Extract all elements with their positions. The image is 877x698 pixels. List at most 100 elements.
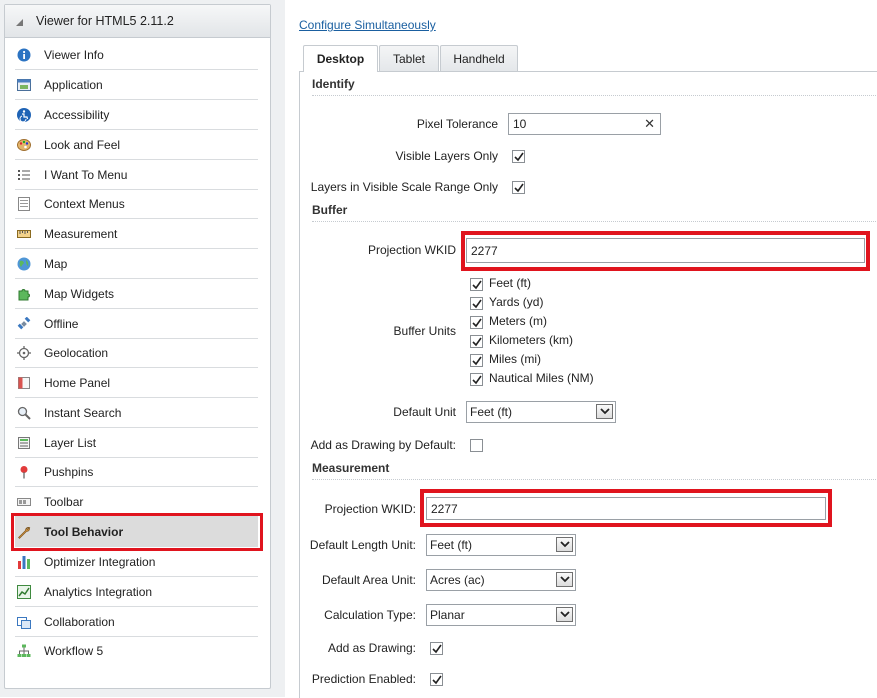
checkmark-icon <box>471 280 482 289</box>
configure-simultaneously-link[interactable]: Configure Simultaneously <box>299 18 436 32</box>
nav-item-i-want-to-menu[interactable]: I Want To Menu <box>15 160 258 190</box>
highlight-box-tool-behavior <box>11 513 263 551</box>
tab-handheld[interactable]: Handheld <box>440 45 518 71</box>
collapse-triangle-icon[interactable] <box>16 18 23 26</box>
unit-nautical-miles-checkbox[interactable] <box>470 373 483 386</box>
pixel-tolerance-value: 10 <box>513 117 527 131</box>
nav-label: Collaboration <box>44 614 115 629</box>
nav-label: Toolbar <box>44 494 84 509</box>
nav-item-workflow-5[interactable]: Workflow 5 <box>15 636 258 665</box>
chevron-down-icon[interactable] <box>596 404 613 419</box>
checkmark-icon <box>471 318 482 327</box>
nav-item-map-widgets[interactable]: Map Widgets <box>15 279 258 309</box>
nav-item-pushpins[interactable]: Pushpins <box>15 457 258 487</box>
nav-label: Home Panel <box>44 375 111 390</box>
panel-header[interactable]: Viewer for HTML5 2.11.2 <box>5 5 270 38</box>
default-unit-select[interactable]: Feet (ft) <box>466 401 616 423</box>
tab-label: Tablet <box>392 51 426 66</box>
nav-item-application[interactable]: Application <box>15 70 258 100</box>
crosshair-icon <box>17 345 31 360</box>
nav-item-layer-list[interactable]: Layer List <box>15 428 258 458</box>
unit-meters-label: Meters (m) <box>489 314 547 328</box>
pixel-tolerance-input[interactable]: 10 ✕ <box>508 113 661 135</box>
tab-label: Handheld <box>453 51 505 66</box>
nav-item-home-panel[interactable]: Home Panel <box>15 368 258 398</box>
nav-item-optimizer-integration[interactable]: Optimizer Integration <box>15 547 258 577</box>
highlight-box-buffer-wkid <box>461 231 870 271</box>
nav-item-collaboration[interactable]: Collaboration <box>15 607 258 637</box>
area-unit-select[interactable]: Acres (ac) <box>426 569 576 591</box>
workflow-icon <box>17 644 31 658</box>
tab-desktop[interactable]: Desktop <box>303 45 378 72</box>
nav-item-offline[interactable]: Offline <box>15 309 258 339</box>
length-unit-select[interactable]: Feet (ft) <box>426 534 576 556</box>
nav-item-viewer-info[interactable]: Viewer Info <box>15 40 258 70</box>
calculation-type-select[interactable]: Planar <box>426 604 576 626</box>
nav-label: Analytics Integration <box>44 584 153 599</box>
unit-yards-checkbox[interactable] <box>470 297 483 310</box>
search-icon <box>17 406 31 420</box>
bar-chart-icon <box>17 555 31 569</box>
unit-miles-label: Miles (mi) <box>489 352 541 366</box>
chevron-down-icon[interactable] <box>556 537 573 552</box>
buffer-drawing-checkbox[interactable] <box>470 439 483 452</box>
section-title-measurement: Measurement <box>312 461 390 475</box>
tab-tablet[interactable]: Tablet <box>379 45 439 71</box>
collaboration-icon <box>17 615 31 629</box>
section-title-buffer: Buffer <box>312 203 348 217</box>
layers-icon <box>17 436 31 450</box>
calculation-type-label: Calculation Type: <box>324 608 416 622</box>
satellite-icon <box>17 316 31 331</box>
nav-label: Map <box>44 256 68 271</box>
prediction-checkbox[interactable] <box>430 673 443 686</box>
unit-nautical-miles-label: Nautical Miles (NM) <box>489 371 594 385</box>
panel-title: Viewer for HTML5 2.11.2 <box>36 14 174 28</box>
area-unit-label: Default Area Unit: <box>321 573 416 587</box>
nav-label: Offline <box>44 316 79 331</box>
nav-item-accessibility[interactable]: Accessibility <box>15 100 258 130</box>
info-icon <box>17 48 31 62</box>
area-unit-value: Acres (ac) <box>430 573 485 587</box>
unit-kilometers-label: Kilometers (km) <box>489 333 574 347</box>
unit-meters-checkbox[interactable] <box>470 316 483 329</box>
nav-label: Measurement <box>44 226 118 241</box>
clear-icon[interactable]: ✕ <box>644 116 655 132</box>
unit-feet-checkbox[interactable] <box>470 278 483 291</box>
highlight-box-measurement-wkid <box>420 489 832 527</box>
nav-label: I Want To Menu <box>44 167 128 182</box>
visible-layers-checkbox[interactable] <box>512 150 525 163</box>
nav-item-measurement[interactable]: Measurement <box>15 219 258 249</box>
nav-item-context-menus[interactable]: Context Menus <box>15 189 258 219</box>
globe-icon <box>17 257 31 271</box>
measurement-drawing-checkbox[interactable] <box>430 642 443 655</box>
visible-layers-label: Visible Layers Only <box>395 149 499 163</box>
nav-item-instant-search[interactable]: Instant Search <box>15 398 258 428</box>
scale-range-checkbox[interactable] <box>512 181 525 194</box>
unit-kilometers-checkbox[interactable] <box>470 335 483 348</box>
prediction-label: Prediction Enabled: <box>311 672 416 686</box>
chevron-down-icon[interactable] <box>556 572 573 587</box>
nav-item-map[interactable]: Map <box>15 249 258 279</box>
nav-label: Geolocation <box>44 345 109 360</box>
buffer-drawing-label: Add as Drawing by Default: <box>310 438 456 452</box>
nav-item-look-and-feel[interactable]: Look and Feel <box>15 130 258 160</box>
puzzle-icon <box>17 287 31 301</box>
checkmark-icon <box>471 356 482 365</box>
section-title-identify: Identify <box>312 77 355 91</box>
chevron-down-icon[interactable] <box>556 607 573 622</box>
home-icon <box>17 376 31 390</box>
checkmark-icon <box>431 644 442 653</box>
nav-label: Pushpins <box>44 464 94 479</box>
nav-label: Accessibility <box>44 107 110 122</box>
nav-item-analytics-integration[interactable]: Analytics Integration <box>15 577 258 607</box>
pixel-tolerance-label: Pixel Tolerance <box>416 117 498 131</box>
length-unit-label: Default Length Unit: <box>309 538 416 552</box>
checkmark-icon <box>471 337 482 346</box>
list-icon <box>17 168 31 182</box>
palette-icon <box>17 138 31 152</box>
pushpin-icon <box>17 465 31 479</box>
checkmark-icon <box>513 152 524 161</box>
nav-item-geolocation[interactable]: Geolocation <box>15 338 258 368</box>
unit-miles-checkbox[interactable] <box>470 354 483 367</box>
menu-icon <box>17 196 31 211</box>
